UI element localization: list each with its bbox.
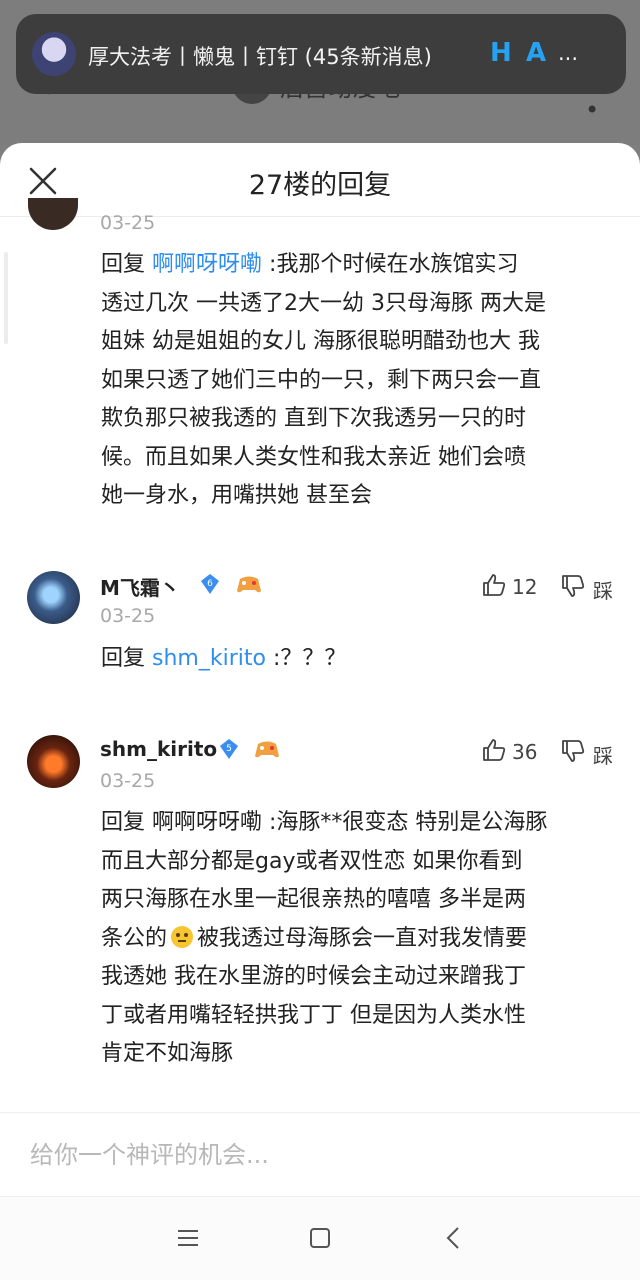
comment-text-line: 如果只透了她们三中的一只，剩下两只会一直: [101, 367, 542, 393]
comment-text-line: 我透她 我在水里游的时候会主动过来蹭我丁: [101, 964, 526, 989]
comment-text-line: 候。而且如果人类女性和我太亲近 她们会喷: [101, 444, 526, 470]
comment-text-line: 姐妹 幼是姐姐的女儿 海豚很聪明醋劲也大 我: [101, 329, 540, 354]
notification-avatar: [32, 32, 76, 76]
sheet-title: 27楼的回复: [248, 170, 392, 201]
header-divider: [0, 216, 640, 217]
input-divider: [0, 1112, 640, 1113]
thumbs-down-icon[interactable]: [560, 738, 586, 764]
comment-text-line: 丁或者用嘴轻轻拱我丁丁 但是因为人类水性: [101, 1002, 526, 1028]
like-count: 36: [512, 740, 538, 764]
like-count: 12: [512, 575, 538, 599]
dislike-label[interactable]: 踩: [593, 740, 613, 769]
gamepad-badge-icon: [237, 576, 261, 593]
nav-back-icon[interactable]: [434, 1218, 474, 1258]
comment-text-line: 欺负那只被我透的 直到下次我透另一只的时: [101, 406, 526, 431]
comment-text-line: :我那个时候在水族馆实习: [269, 252, 519, 277]
app-badge-h: H: [490, 38, 512, 68]
thumbs-up-icon[interactable]: [481, 737, 507, 763]
reply-to-link[interactable]: 啊啊呀呀嘞: [152, 252, 262, 277]
comment-text-line: 肯定不如海豚: [101, 1041, 234, 1066]
comment-time: 03-25: [100, 605, 156, 627]
notification-ellipsis: ...: [558, 41, 579, 65]
reply-prefix: 回复: [101, 252, 146, 277]
comment-time: 03-25: [100, 770, 156, 792]
username[interactable]: shm_kirito: [100, 737, 217, 761]
comment-text-line: 两只海豚在水里一起很亲热的嘻嘻 多半是两: [101, 887, 526, 912]
level-badge-icon: 5: [220, 739, 238, 759]
level-number: 5: [226, 744, 232, 754]
app-badge-a: A: [526, 38, 547, 68]
reply-prefix: 回复: [101, 646, 146, 671]
comment-text-fragment: 条公的: [101, 925, 168, 951]
avatar[interactable]: [27, 735, 80, 788]
username[interactable]: M飞霜丶: [100, 572, 180, 601]
thumbs-up-icon[interactable]: [481, 572, 507, 598]
avatar[interactable]: [27, 571, 80, 624]
comment-text-line: 透过几次 一共透了2大一幼 3只母海豚 两大是: [101, 290, 546, 316]
comment-text-line: 她一身水，用嘴拱她 甚至会: [101, 483, 372, 508]
notification-text: 厚大法考丨懒鬼丨钉钉 (45条新消息): [88, 45, 432, 69]
comment-body: 回复 shm_kirito :？？？: [101, 640, 621, 679]
comment-text: :？？？: [272, 646, 347, 671]
comment-text-fragment: 被我透过母海豚会一直对我发情要: [197, 925, 528, 951]
comment-body: 回复 啊啊呀呀嘞 :海豚**很变态 特别是公海豚 而且大部分都是gay或者双性恋…: [101, 804, 621, 1074]
reply-to-link[interactable]: shm_kirito: [152, 646, 266, 671]
menu-icon[interactable]: [168, 1218, 208, 1258]
home-square-icon[interactable]: [300, 1218, 340, 1258]
gamepad-badge-icon: [255, 741, 279, 758]
level-badge-icon: 6: [201, 574, 219, 594]
comment-body: 回复 啊啊呀呀嘞 :我那个时候在水族馆实习 透过几次 一共透了2大一幼 3只母海…: [101, 246, 621, 516]
dislike-label[interactable]: 踩: [593, 575, 613, 604]
thinking-emoji-icon: [171, 925, 194, 948]
reply-input[interactable]: [0, 1114, 640, 1196]
thumbs-down-icon[interactable]: [560, 573, 586, 599]
comment-time: 03-25: [100, 212, 156, 234]
level-number: 6: [207, 579, 213, 589]
comment-text-line: 回复 啊啊呀呀嘞 :海豚**很变态 特别是公海豚: [101, 810, 548, 835]
comment-text-line: 而且大部分都是gay或者双性恋 如果你看到: [101, 848, 523, 874]
scroll-indicator: [4, 252, 8, 344]
